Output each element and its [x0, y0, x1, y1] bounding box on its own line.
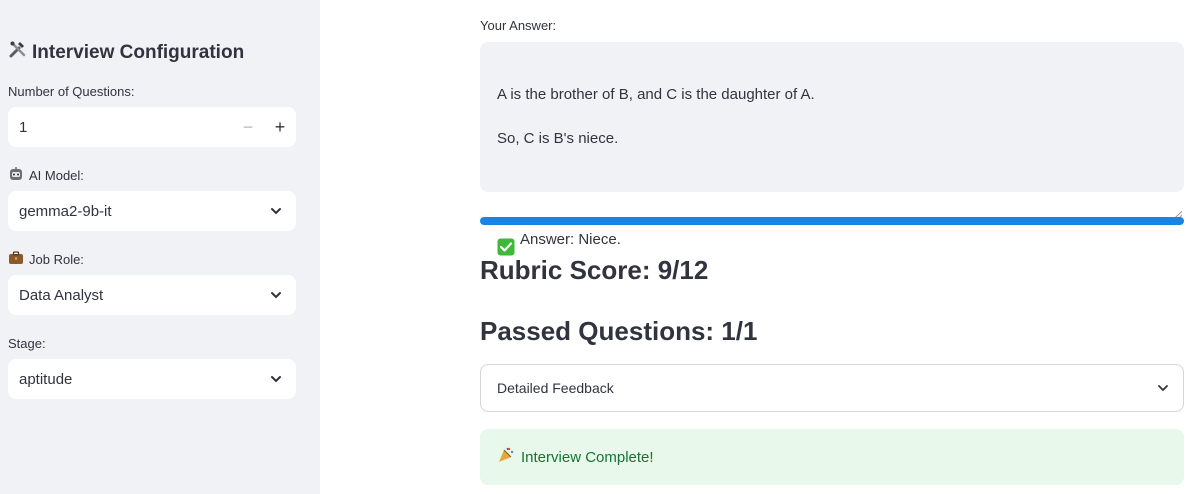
- chevron-down-icon[interactable]: [256, 191, 296, 231]
- stage-label: Stage:: [8, 336, 46, 351]
- ai-model-select[interactable]: gemma2-9b-it: [8, 191, 296, 231]
- num-questions-label: Number of Questions:: [8, 84, 135, 99]
- sidebar-title-text: Interview Configuration: [32, 42, 245, 63]
- party-popper-icon: [497, 446, 515, 468]
- sidebar-title: Interview Configuration: [8, 40, 244, 66]
- answer-label: Your Answer:: [480, 18, 557, 33]
- tools-icon: [8, 40, 28, 66]
- job-role-value: Data Analyst: [19, 286, 104, 304]
- success-alert: Interview Complete!: [480, 429, 1184, 485]
- increment-button[interactable]: +: [264, 107, 296, 147]
- stage-select[interactable]: aptitude: [8, 359, 296, 399]
- success-message: Interview Complete!: [521, 448, 654, 466]
- passed-questions-heading: Passed Questions: 1/1: [480, 316, 758, 346]
- ai-model-label: AI Model:: [8, 166, 84, 185]
- sidebar: Interview Configuration Number of Questi…: [0, 0, 320, 494]
- rubric-score-heading: Rubric Score: 9/12: [480, 255, 709, 285]
- num-questions-value[interactable]: 1: [19, 119, 232, 136]
- num-questions-stepper[interactable]: 1 − +: [8, 107, 296, 147]
- job-role-label: Job Role:: [8, 250, 84, 269]
- answer-line: A is the brother of B, and C is the daug…: [497, 86, 815, 103]
- answer-line: So, C is B's niece.: [497, 130, 619, 147]
- robot-icon: [8, 166, 24, 185]
- progress-bar: [480, 217, 1184, 225]
- chevron-down-icon[interactable]: [1143, 368, 1183, 408]
- expander-label: Detailed Feedback: [497, 380, 614, 396]
- briefcase-icon: [8, 250, 24, 269]
- chevron-down-icon[interactable]: [256, 359, 296, 399]
- chevron-down-icon[interactable]: [256, 275, 296, 315]
- resize-handle[interactable]: [1173, 182, 1183, 220]
- job-role-select[interactable]: Data Analyst: [8, 275, 296, 315]
- decrement-button[interactable]: −: [232, 107, 264, 147]
- stage-value: aptitude: [19, 370, 73, 388]
- answer-final-text: Answer: Niece.: [520, 230, 621, 248]
- answer-textarea[interactable]: A is the brother of B, and C is the daug…: [480, 42, 1184, 256]
- detailed-feedback-expander[interactable]: Detailed Feedback: [480, 364, 1184, 412]
- ai-model-value: gemma2-9b-it: [19, 202, 112, 220]
